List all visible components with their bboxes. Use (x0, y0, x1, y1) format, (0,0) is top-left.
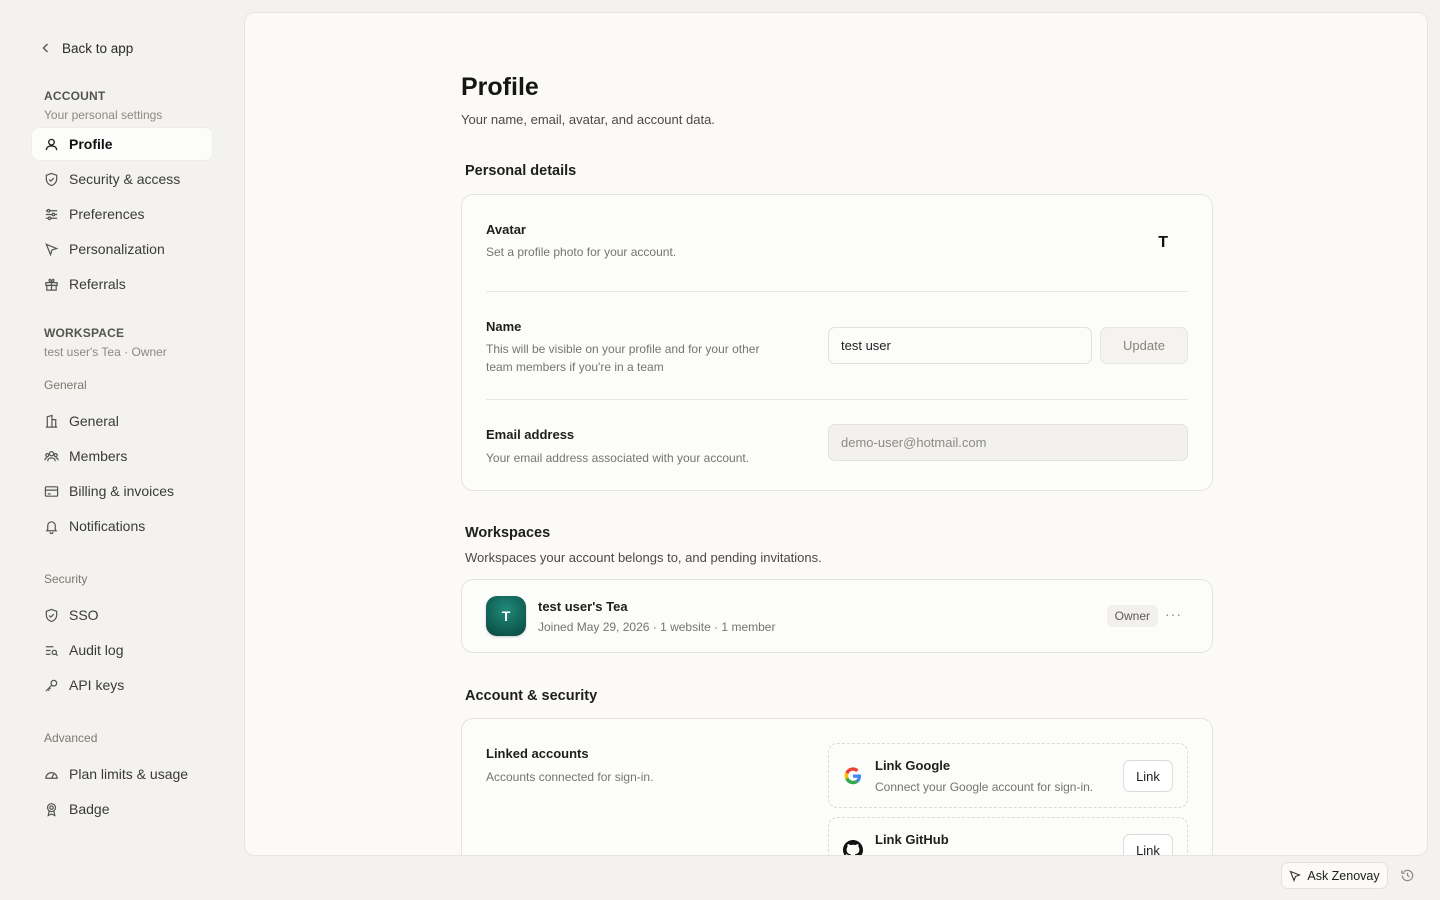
page-title: Profile (461, 73, 539, 101)
sidebar-item-label: Referrals (69, 276, 126, 292)
gift-icon (45, 278, 58, 291)
workspace-section-subtitle: test user's Tea · Owner (44, 345, 167, 359)
sidebar-item-profile[interactable]: Profile (32, 128, 212, 160)
users-icon (44, 450, 59, 461)
sidebar-item-audit-log[interactable]: Audit log (32, 634, 212, 666)
account-section-subtitle: Your personal settings (44, 108, 163, 122)
divider (486, 291, 1188, 292)
workspaces-subtitle: Workspaces your account belongs to, and … (465, 550, 822, 565)
list-search-icon (45, 645, 59, 656)
page-subtitle: Your name, email, avatar, and account da… (461, 112, 715, 127)
ask-zenovay-button[interactable]: Ask Zenovay (1281, 862, 1388, 889)
personal-details-card: Avatar Set a profile photo for your acco… (461, 194, 1213, 491)
email-description: Your email address associated with your … (486, 451, 750, 465)
divider (486, 399, 1188, 400)
link-github-title: Link GitHub (875, 832, 949, 847)
name-description: This will be visible on your profile and… (486, 342, 760, 374)
back-to-app-link[interactable]: Back to app (40, 38, 133, 58)
name-input[interactable] (828, 327, 1092, 364)
workspace-section-title: WORKSPACE (44, 326, 125, 340)
cursor-icon (45, 242, 59, 256)
ask-zenovay-label: Ask Zenovay (1307, 868, 1380, 883)
sidebar-item-members[interactable]: Members (32, 440, 212, 472)
sidebar-item-billing[interactable]: Billing & invoices (32, 475, 212, 507)
group-label-general: General (44, 378, 87, 392)
key-icon (45, 679, 58, 692)
more-options-icon[interactable]: ··· (1165, 606, 1182, 622)
sidebar-item-label: Personalization (69, 241, 165, 257)
sidebar-item-label: Plan limits & usage (69, 766, 189, 782)
sidebar-item-label: Billing & invoices (69, 483, 175, 499)
link-google-button[interactable]: Link (1123, 760, 1173, 792)
workspace-meta: Joined May 29, 2026 · 1 website · 1 memb… (538, 620, 776, 634)
sidebar-item-label: API keys (69, 677, 125, 693)
sidebar-item-label: Badge (69, 801, 110, 817)
sidebar-item-notifications[interactable]: Notifications (32, 510, 212, 542)
sidebar-item-label: General (69, 413, 119, 429)
building-icon (45, 414, 58, 428)
sidebar-item-sso[interactable]: SSO (32, 599, 212, 631)
settings-sidebar: Back to app ACCOUNT Your personal settin… (0, 0, 244, 900)
shield-check-icon (45, 608, 58, 622)
account-security-card: Linked accounts Accounts connected for s… (461, 718, 1213, 855)
sidebar-item-label: Audit log (69, 642, 124, 658)
github-icon (843, 840, 863, 855)
sliders-icon (45, 208, 58, 220)
workspace-row[interactable]: T test user's Tea Joined May 29, 2026 · … (461, 579, 1213, 653)
bell-icon (45, 520, 58, 534)
link-github-button[interactable]: Link (1123, 834, 1173, 855)
avatar[interactable]: T (1158, 234, 1168, 252)
sidebar-item-plan-limits[interactable]: Plan limits & usage (32, 758, 212, 790)
badge-icon (46, 802, 57, 817)
link-google-title: Link Google (875, 758, 951, 773)
user-icon (45, 138, 58, 150)
link-github-row: Link GitHub Link (828, 817, 1188, 855)
email-label: Email address (486, 427, 575, 442)
link-google-description: Connect your Google account for sign-in. (875, 780, 1094, 794)
account-security-heading: Account & security (465, 688, 598, 704)
linked-accounts-label: Linked accounts (486, 746, 589, 761)
email-field[interactable] (828, 424, 1188, 461)
personal-details-heading: Personal details (465, 163, 577, 179)
sidebar-item-referrals[interactable]: Referrals (32, 268, 212, 300)
chevron-left-icon (42, 43, 48, 53)
main-panel: Profile Your name, email, avatar, and ac… (244, 12, 1428, 856)
account-section-title: ACCOUNT (44, 89, 106, 103)
sidebar-item-security-access[interactable]: Security & access (32, 163, 212, 195)
shield-icon (45, 172, 58, 186)
cursor-icon (1289, 870, 1302, 882)
workspaces-heading: Workspaces (465, 525, 551, 541)
sidebar-item-label: Preferences (69, 206, 145, 222)
linked-accounts-description: Accounts connected for sign-in. (486, 770, 654, 784)
sidebar-item-general[interactable]: General (32, 405, 212, 437)
group-label-advanced: Advanced (44, 731, 98, 745)
role-badge: Owner (1106, 605, 1158, 627)
name-label: Name (486, 319, 522, 334)
sidebar-item-label: Members (69, 448, 128, 464)
history-icon[interactable] (1400, 868, 1415, 883)
sidebar-item-label: SSO (69, 607, 99, 623)
workspace-name: test user's Tea (538, 599, 628, 614)
sidebar-item-api-keys[interactable]: API keys (32, 669, 212, 701)
gauge-icon (45, 771, 58, 779)
sidebar-item-label: Notifications (69, 518, 146, 534)
sidebar-item-label: Security & access (69, 171, 181, 187)
sidebar-item-badge[interactable]: Badge (32, 793, 212, 825)
avatar-label: Avatar (486, 222, 526, 237)
sidebar-item-label: Profile (69, 136, 113, 152)
google-icon (844, 767, 861, 785)
credit-card-icon (44, 485, 59, 497)
sidebar-item-preferences[interactable]: Preferences (32, 198, 212, 230)
back-to-app-label: Back to app (62, 40, 134, 56)
group-label-security: Security (44, 572, 88, 586)
update-name-button[interactable]: Update (1100, 327, 1188, 364)
workspace-avatar: T (486, 596, 526, 636)
sidebar-item-personalization[interactable]: Personalization (32, 233, 212, 265)
link-google-row: Link Google Connect your Google account … (828, 743, 1188, 808)
avatar-description: Set a profile photo for your account. (486, 245, 677, 259)
